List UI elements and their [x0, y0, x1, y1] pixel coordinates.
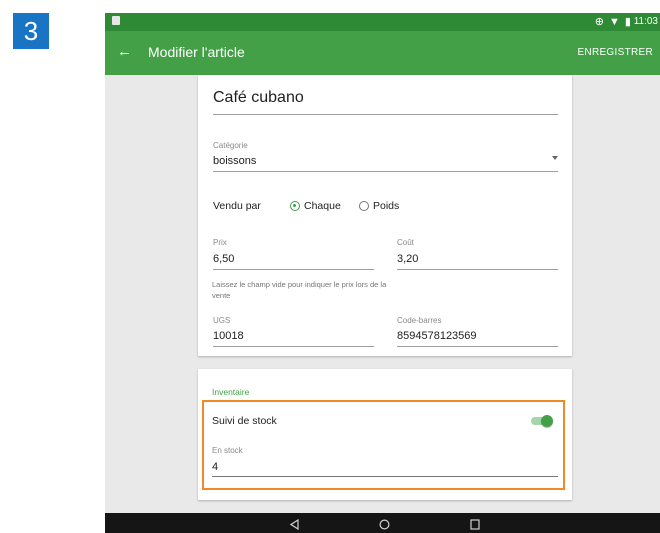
nav-back-icon[interactable]	[289, 517, 300, 533]
price-label: Prix	[213, 238, 227, 247]
barcode-label: Code-barres	[397, 316, 442, 325]
step-number-badge: 3	[13, 13, 49, 49]
in-stock-label: En stock	[212, 446, 243, 455]
status-icons: ⊕ ▼ ▮	[594, 16, 632, 28]
sku-field[interactable]: 10018	[213, 330, 244, 342]
item-name-underline	[213, 114, 558, 115]
barcode-field[interactable]: 8594578123569	[397, 330, 477, 342]
category-underline	[213, 171, 558, 172]
tablet-screen: ⊕ ▼ ▮ 11:03 ← Modifier l'article ENREGIS…	[105, 13, 660, 533]
category-label: Catégorie	[213, 141, 248, 150]
sku-label: UGS	[213, 316, 231, 325]
item-name-field[interactable]: Café cubano	[213, 89, 304, 107]
price-underline	[213, 269, 374, 270]
page-title: Modifier l'article	[148, 44, 245, 60]
back-arrow-icon[interactable]: ←	[117, 43, 132, 60]
radio-each-label[interactable]: Chaque	[304, 200, 341, 212]
status-bar: ⊕ ▼ ▮ 11:03	[105, 13, 660, 31]
app-bar: ← Modifier l'article ENREGISTRER	[105, 31, 660, 75]
price-hint-text: Laissez le champ vide pour indiquer le p…	[212, 280, 387, 300]
radio-weight-label[interactable]: Poids	[373, 200, 399, 212]
track-stock-label: Suivi de stock	[212, 415, 277, 427]
barcode-underline	[397, 346, 558, 347]
sold-by-label: Vendu par	[213, 200, 261, 212]
in-stock-field[interactable]: 4	[212, 461, 218, 473]
cost-label: Coût	[397, 238, 414, 247]
nav-home-icon[interactable]	[379, 517, 390, 533]
dropdown-arrow-icon[interactable]	[552, 156, 558, 160]
cost-field[interactable]: 3,20	[397, 253, 418, 265]
status-clock: 11:03	[633, 16, 658, 27]
track-stock-switch-thumb[interactable]	[541, 415, 553, 427]
item-details-card: Café cubano Catégorie boissons Vendu par…	[198, 75, 572, 356]
inventory-section-title: Inventaire	[212, 387, 250, 397]
price-field[interactable]: 6,50	[213, 253, 234, 265]
inventory-card: Inventaire Suivi de stock En stock 4	[198, 369, 572, 500]
nav-recent-apps-icon[interactable]	[470, 517, 480, 533]
system-nav-bar	[105, 513, 660, 533]
category-select[interactable]: boissons	[213, 155, 256, 167]
radio-each[interactable]	[290, 201, 300, 211]
radio-weight[interactable]	[359, 201, 369, 211]
cost-underline	[397, 269, 558, 270]
in-stock-underline	[212, 476, 558, 477]
notification-icon	[112, 16, 120, 25]
sku-underline	[213, 346, 374, 347]
save-button[interactable]: ENREGISTRER	[577, 47, 653, 58]
